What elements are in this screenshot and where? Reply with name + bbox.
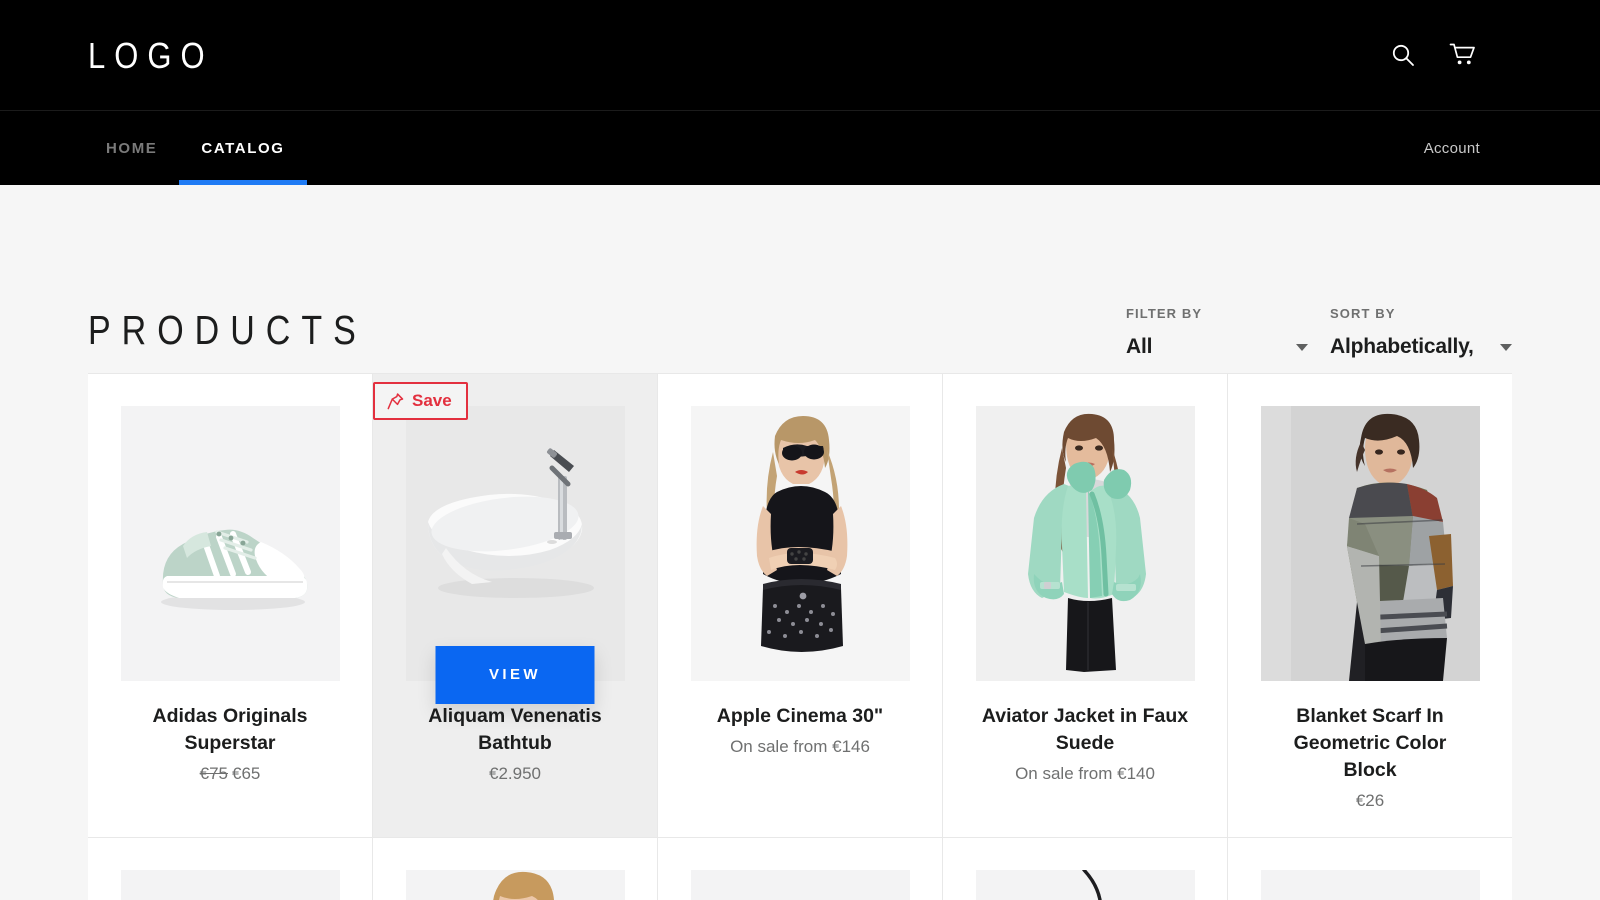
- product-image: [975, 869, 1195, 900]
- bathtub-image: [405, 406, 625, 681]
- product-card[interactable]: [658, 837, 942, 900]
- product-price-current: €2.950: [489, 763, 541, 783]
- product-card[interactable]: Apple Cinema 30" On sale from €146: [658, 374, 942, 837]
- product-price-current: €140: [1117, 763, 1155, 783]
- product-price: €26: [1356, 791, 1384, 811]
- model-face-image: [405, 869, 625, 900]
- filter-select[interactable]: All: [1126, 335, 1308, 359]
- cart-icon[interactable]: [1446, 38, 1480, 72]
- product-title: Aliquam Venenatis Bathtub: [428, 705, 602, 754]
- placeholder-image: [690, 869, 910, 900]
- product-card[interactable]: [373, 837, 657, 900]
- product-card[interactable]: Save VIEW Aliquam Venenatis Bathtub €2.9…: [373, 374, 657, 837]
- collection-toolbar: PRODUCTS Filter by All Sort by Alphabeti…: [88, 185, 1512, 373]
- product-price: €2.950: [489, 764, 541, 784]
- product-price-current: €65: [232, 763, 261, 783]
- filter-control: Filter by All: [1126, 306, 1308, 359]
- product-card[interactable]: Adidas Originals Superstar €75 €65: [88, 374, 372, 837]
- placeholder-image: [1260, 869, 1480, 900]
- page-content: PRODUCTS Filter by All Sort by Alphabeti…: [0, 185, 1600, 900]
- sort-label: Sort by: [1330, 306, 1396, 321]
- product-price-prefix: On sale from: [1015, 763, 1118, 783]
- product-card[interactable]: [88, 837, 372, 900]
- site-logo[interactable]: LOGO: [88, 37, 214, 74]
- product-card[interactable]: Aviator Jacket in Faux Suede On sale fro…: [943, 374, 1227, 837]
- product-title: Apple Cinema 30": [716, 705, 884, 727]
- product-image: [690, 869, 910, 900]
- chevron-down-icon: [1296, 343, 1308, 351]
- sort-control: Sort by Alphabetically,: [1330, 306, 1512, 359]
- chevron-down-icon: [1500, 343, 1512, 351]
- pinterest-save-label: Save: [412, 391, 452, 410]
- product-price: On sale from €140: [1015, 764, 1155, 784]
- view-product-button[interactable]: VIEW: [435, 645, 595, 704]
- product-title: Blanket Scarf In Geometric Color Block: [1293, 705, 1447, 781]
- product-image: [120, 406, 340, 681]
- product-image: [405, 406, 625, 681]
- product-price: €75 €65: [200, 764, 261, 784]
- strap-image: [975, 869, 1195, 900]
- product-price-current: €146: [832, 736, 870, 756]
- product-image: [975, 406, 1195, 681]
- filter-label: Filter by: [1126, 306, 1203, 321]
- filter-value: All: [1126, 335, 1153, 358]
- pinterest-save-button[interactable]: Save: [373, 382, 468, 420]
- product-price: On sale from €146: [730, 737, 870, 757]
- product-title: Aviator Jacket in Faux Suede: [981, 705, 1189, 754]
- product-image: [1260, 869, 1480, 900]
- product-card[interactable]: [943, 837, 1227, 900]
- nav-right: Account: [1424, 111, 1480, 185]
- sneaker-image: [120, 406, 340, 681]
- main-navigation: Home Catalog Account: [0, 110, 1600, 185]
- product-price-current: €26: [1355, 790, 1385, 810]
- sort-value: Alphabetically,: [1330, 335, 1474, 358]
- nav-item-catalog[interactable]: Catalog: [179, 111, 307, 185]
- sort-select[interactable]: Alphabetically,: [1330, 335, 1512, 359]
- placeholder-image: [120, 869, 340, 900]
- pushpin-icon: [387, 392, 404, 409]
- page-title: PRODUCTS: [88, 307, 367, 354]
- product-image: [120, 869, 340, 900]
- toolbar-controls: Filter by All Sort by Alphabetically,: [1126, 306, 1512, 365]
- search-icon[interactable]: [1386, 38, 1420, 72]
- site-header: LOGO: [0, 0, 1600, 110]
- product-grid-row-2: [88, 836, 1512, 900]
- product-grid: Adidas Originals Superstar €75€65 Save: [88, 373, 1512, 837]
- product-card[interactable]: Blanket Scarf In Geometric Color Block €…: [1228, 374, 1512, 837]
- product-image: [1260, 406, 1480, 681]
- product-price-compare: €75: [199, 763, 228, 783]
- model-scarf-image: [1260, 406, 1480, 681]
- account-link[interactable]: Account: [1424, 140, 1480, 157]
- product-image: [405, 869, 625, 900]
- model-croptop-image: [690, 406, 910, 681]
- nav-item-home[interactable]: Home: [84, 111, 179, 185]
- model-jacket-image: [975, 406, 1195, 681]
- header-actions: [1386, 38, 1480, 72]
- product-image: [690, 406, 910, 681]
- product-title: Adidas Originals Superstar: [152, 705, 308, 754]
- product-card[interactable]: [1228, 837, 1512, 900]
- product-price-prefix: On sale from: [730, 736, 833, 756]
- nav-links: Home Catalog: [84, 111, 307, 185]
